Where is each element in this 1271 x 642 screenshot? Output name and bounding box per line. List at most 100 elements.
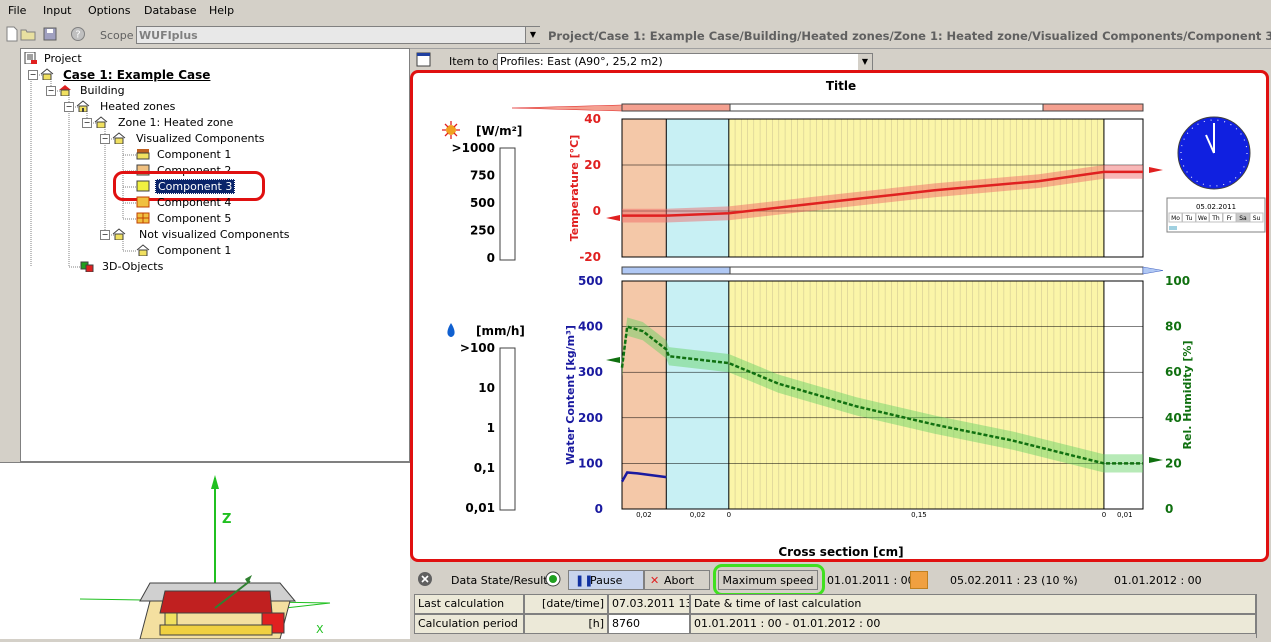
collapse-icon[interactable]: −: [28, 70, 38, 80]
x-tick-label: 0: [727, 511, 731, 519]
sim-end-time: 01.01.2012 : 00: [1114, 574, 1202, 587]
weekday-label: Su: [1253, 215, 1261, 222]
rel-humidity-tick: 100: [1165, 274, 1190, 288]
collapse-icon[interactable]: −: [100, 134, 110, 144]
water-content-tick: 200: [578, 411, 603, 425]
close-icon[interactable]: [417, 571, 433, 587]
objects-3d-icon: [80, 261, 94, 272]
open-folder-icon[interactable]: [20, 26, 36, 42]
menu-options[interactable]: Options: [88, 4, 130, 17]
row-calc-period-desc: 01.01.2011 : 00 - 01.01.2012 : 00: [690, 614, 1256, 634]
house-icon: [40, 68, 54, 80]
data-state-label: Data State/Results: [451, 574, 554, 587]
water-content-tick: 0: [595, 502, 603, 516]
water-content-tick: 100: [578, 456, 603, 470]
component-icon: [136, 244, 150, 256]
svg-text:Z: Z: [222, 512, 231, 527]
temperature-tick: 40: [584, 112, 601, 126]
precip-tick: 10: [478, 381, 495, 395]
radiation-tick: >1000: [452, 141, 495, 155]
menu-help[interactable]: Help: [209, 4, 234, 17]
row-last-calc-label: Last calculation: [414, 594, 524, 614]
progress-indicator: [910, 571, 928, 589]
save-icon[interactable]: [42, 26, 58, 42]
x-tick-label: 0,02: [636, 511, 652, 519]
scope-select[interactable]: WUFIplus: [136, 26, 540, 44]
temperature-tick: 20: [584, 158, 601, 172]
collapse-icon[interactable]: −: [82, 118, 92, 128]
zone-icon: [76, 100, 90, 112]
sun-icon: [442, 121, 460, 139]
temperature-axis-label: Temperature [°C]: [568, 135, 581, 242]
precip-gauge: [mm/h] >100 10 1 0,1 0,01: [447, 323, 525, 515]
pause-button[interactable]: ❚❚ Pause: [568, 570, 644, 590]
precip-tick: >100: [460, 341, 495, 355]
weekday-label: Fr: [1227, 215, 1233, 222]
roof-component-icon: [136, 149, 150, 160]
x-tick-label: 0: [1102, 511, 1106, 519]
rel-humidity-tick: 20: [1165, 456, 1182, 470]
collapse-icon[interactable]: −: [46, 86, 56, 96]
outer-rh-marker: [1149, 457, 1163, 463]
pause-label: Pause: [590, 574, 623, 587]
x-tick-label: 0,01: [1117, 511, 1133, 519]
radiation-tick: 500: [470, 196, 495, 210]
rel-humidity-tick: 80: [1165, 320, 1182, 334]
help-icon[interactable]: ?: [70, 26, 86, 42]
menu-input[interactable]: Input: [43, 4, 71, 17]
collapse-icon[interactable]: −: [64, 102, 74, 112]
radiation-unit: [W/m²]: [476, 124, 522, 138]
menu-bar: File Input Options Database Help: [0, 0, 1271, 22]
rel-humidity-tick: 60: [1165, 365, 1182, 379]
chevron-down-icon[interactable]: ▼: [858, 54, 872, 70]
status-ok-icon: [545, 571, 561, 587]
layer-band-bottom-4: [1103, 281, 1143, 509]
scope-label: Scope: [100, 29, 134, 42]
clock-widget: 05.02.2011 Mo Tu We Th Fr Sa Su: [1166, 116, 1266, 233]
svg-text:X: X: [316, 623, 324, 636]
radiation-tick: 0: [487, 251, 495, 265]
row-calc-period-unit: [h]: [524, 614, 608, 634]
water-content-axis-label: Water Content [kg/m³]: [564, 325, 577, 465]
abort-button[interactable]: ✕ Abort: [644, 570, 710, 590]
row-last-calc-unit: [date/time]: [524, 594, 608, 614]
abort-icon: ✕: [650, 574, 660, 587]
display-icon: [416, 52, 431, 67]
radiation-tick: 250: [470, 224, 495, 238]
chevron-down-icon[interactable]: ▼: [525, 27, 540, 43]
temperature-tick: 0: [593, 204, 601, 218]
3d-view[interactable]: Z X: [0, 462, 410, 640]
outer-temp-marker: [1149, 167, 1163, 173]
item-to-display-select[interactable]: Profiles: East (A90°, 25,2 m2) ▼: [497, 53, 873, 71]
window-component-icon: [136, 212, 150, 224]
chart-panel: Title Cross section [cm] [W/m²] >1000 750…: [410, 70, 1269, 562]
menu-file[interactable]: File: [8, 4, 26, 17]
rel-humidity-axis-label: Rel. Humidity [%]: [1181, 341, 1194, 450]
row-last-calc-value: 07.03.2011 13:12:55: [608, 594, 690, 614]
sim-start-time: 01.01.2011 : 00: [827, 574, 915, 587]
x-tick-label: 0,15: [911, 511, 927, 519]
new-file-icon[interactable]: [4, 26, 20, 42]
layer-band-top-1: [622, 119, 667, 257]
profile-chart: Title Cross section [cm] [W/m²] >1000750…: [442, 79, 1266, 559]
table-scrollbar[interactable]: [1256, 594, 1271, 638]
row-calc-period-label: Calculation period: [414, 614, 524, 634]
zone-icon: [112, 132, 126, 144]
x-tick-label: 0,02: [690, 511, 706, 519]
water-content-tick: 500: [578, 274, 603, 288]
document-icon: [24, 52, 37, 64]
weekday-label: Sa: [1239, 215, 1247, 222]
zone-icon: [112, 228, 126, 240]
precip-tick: 1: [487, 421, 495, 435]
precip-tick: 0,01: [465, 501, 495, 515]
menu-database[interactable]: Database: [144, 4, 197, 17]
display-selector-bar: Item to display Profiles: East (A90°, 25…: [414, 50, 1271, 71]
temperature-tick: -20: [579, 250, 601, 264]
raindrop-icon: [447, 323, 455, 337]
collapse-icon[interactable]: −: [100, 230, 110, 240]
chart-title: Title: [826, 79, 856, 93]
precip-unit: [mm/h]: [476, 324, 525, 338]
weekday-label: Th: [1211, 215, 1220, 222]
window-component-icon: [136, 196, 150, 208]
row-calc-period-value[interactable]: 8760: [608, 614, 690, 634]
